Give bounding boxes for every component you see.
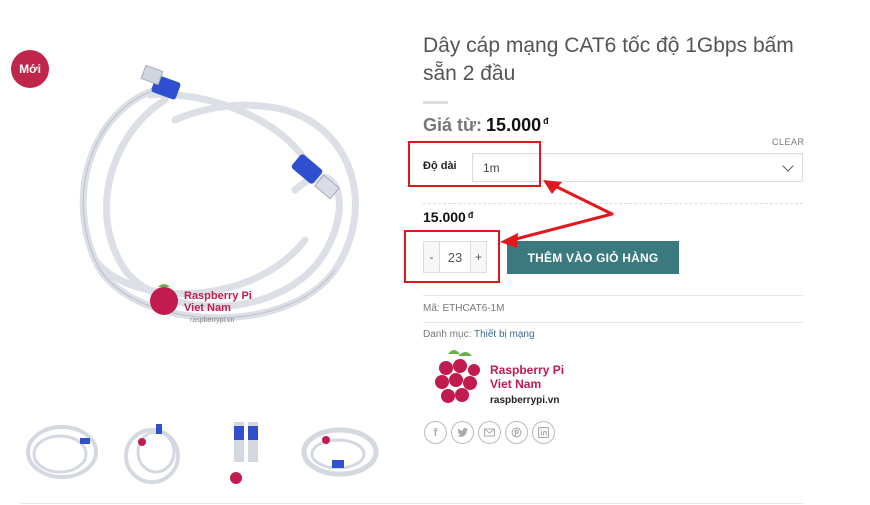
product-title: Dây cáp mạng CAT6 tốc độ 1Gbps bấm sẵn 2… — [423, 34, 794, 85]
sku-value: ETHCAT6-1M — [442, 303, 505, 314]
quantity-minus-button[interactable]: - — [423, 241, 440, 273]
clear-variation-link[interactable]: CLEAR — [772, 137, 805, 147]
pinterest-icon[interactable] — [505, 421, 528, 444]
product-main-image[interactable]: Raspberry Pi Viet Nam raspberrypi.vn — [55, 60, 365, 360]
variation-label: Độ dài — [423, 160, 457, 172]
divider — [423, 322, 803, 323]
length-select[interactable]: 1m — [472, 153, 803, 182]
divider — [20, 503, 803, 504]
quantity-input[interactable]: 23 — [440, 241, 470, 273]
svg-text:raspberrypi.vn: raspberrypi.vn — [490, 395, 559, 406]
facebook-icon[interactable]: f — [424, 421, 447, 444]
thumbnail-1[interactable] — [20, 412, 104, 492]
svg-text:Raspberry Pi: Raspberry Pi — [490, 363, 564, 377]
svg-text:Viet Nam: Viet Nam — [184, 302, 231, 314]
svg-text:Raspberry Pi: Raspberry Pi — [184, 290, 252, 302]
email-icon[interactable] — [478, 421, 501, 444]
twitter-icon[interactable] — [451, 421, 474, 444]
divider — [423, 203, 803, 204]
selected-price: 15.000 đ — [423, 209, 474, 225]
price-from-label: Giá từ: — [423, 115, 483, 135]
thumbnail-3[interactable] — [204, 412, 288, 492]
new-badge: Mới — [11, 50, 49, 88]
price-range: Giá từ: 15.000 đ — [423, 115, 549, 136]
quantity-stepper: - 23 + — [423, 241, 487, 273]
chevron-down-icon — [782, 159, 794, 172]
title-divider — [423, 101, 448, 104]
sku-meta: Mã: ETHCAT6-1M — [423, 303, 505, 314]
brand-logo[interactable]: Raspberry Pi Viet Nam raspberrypi.vn — [430, 348, 580, 410]
quantity-plus-button[interactable]: + — [470, 241, 487, 273]
thumbnail-strip — [20, 412, 382, 492]
price-from-amount: 15.000 đ — [486, 115, 549, 135]
divider — [423, 295, 803, 296]
svg-text:raspberrypi.vn: raspberrypi.vn — [190, 317, 234, 324]
category-link[interactable]: Thiết bị mạng — [474, 329, 535, 340]
add-to-cart-button[interactable]: THÊM VÀO GIỎ HÀNG — [507, 241, 679, 274]
linkedin-icon[interactable] — [532, 421, 555, 444]
share-icons: f — [424, 421, 555, 444]
thumbnail-2[interactable] — [112, 412, 196, 492]
svg-text:Viet Nam: Viet Nam — [490, 377, 541, 391]
length-select-value: 1m — [483, 160, 500, 175]
thumbnail-4[interactable] — [296, 412, 380, 492]
category-meta: Danh mục: Thiết bị mạng — [423, 329, 535, 340]
